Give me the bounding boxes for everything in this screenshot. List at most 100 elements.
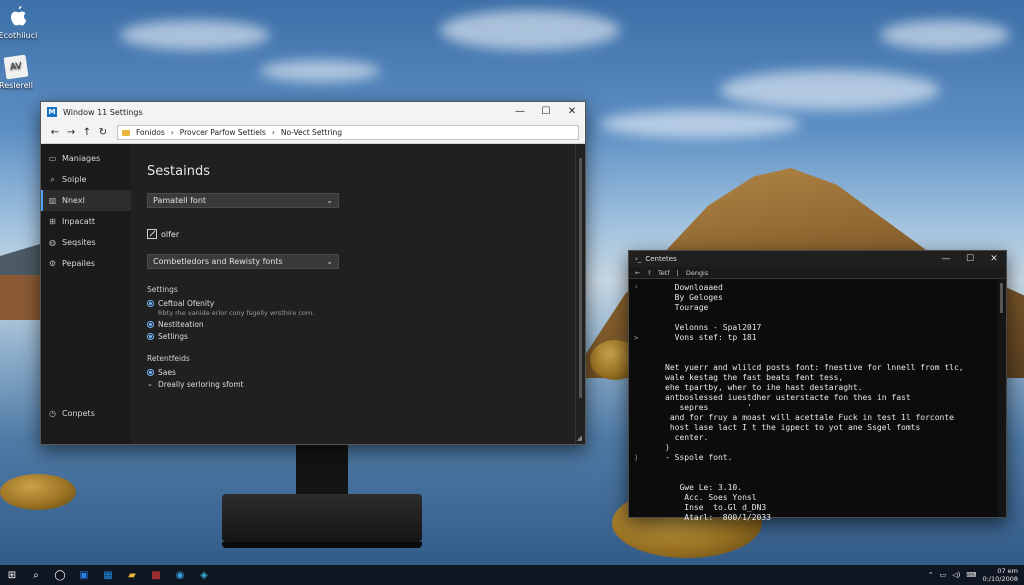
- chrome-icon[interactable]: ◉: [168, 565, 192, 585]
- volume-icon[interactable]: ◁): [952, 571, 960, 579]
- minimize-button[interactable]: —: [507, 102, 533, 122]
- app-red-icon[interactable]: ▩: [144, 565, 168, 585]
- radio-icon[interactable]: [147, 300, 154, 307]
- recent-item-label: Saes: [158, 368, 176, 377]
- grid-icon: ⊞: [49, 217, 56, 226]
- globe-icon: ◍: [49, 238, 56, 247]
- text-menu[interactable]: Tetf: [658, 269, 670, 277]
- console-title: Centetes: [645, 255, 677, 263]
- monitor-stand-base: [222, 494, 422, 548]
- address-field[interactable]: Fonidos › Provcer Parfow Settiels › No-V…: [117, 125, 579, 140]
- console-title-bar[interactable]: ›_ Centetes — ☐ ✕: [629, 251, 1006, 267]
- console-line: ): [665, 443, 670, 452]
- font-collection-dropdown[interactable]: Combetledors and Rewisty fonts ⌄: [147, 254, 339, 269]
- chevron-down-icon: ⌄: [326, 257, 333, 266]
- sidebar-item-pepailes[interactable]: ⚙ Pepailes: [41, 253, 131, 274]
- chevron-down-icon: ⌄: [147, 380, 153, 388]
- sidebar-item-soiple[interactable]: ⌕ Soiple: [41, 169, 131, 190]
- sidebar-item-label: Inpacatt: [62, 217, 95, 226]
- checkbox-row[interactable]: olfer: [147, 229, 559, 239]
- recent-item[interactable]: Saes: [147, 367, 559, 378]
- back-button[interactable]: ←: [47, 127, 63, 138]
- recent-item-label: Dreally serloring sfomt: [158, 380, 244, 389]
- checkbox[interactable]: [147, 229, 157, 239]
- back-button[interactable]: ←: [635, 269, 640, 277]
- font-dropdown[interactable]: Pamatell font ⌄: [147, 193, 339, 208]
- keyboard-icon[interactable]: ⌨: [966, 571, 976, 579]
- desktop-icon-document[interactable]: AV Reslerell: [0, 54, 38, 90]
- breadcrumb-segment[interactable]: Fonidos: [136, 128, 165, 137]
- refresh-button[interactable]: ↻: [95, 127, 111, 138]
- title-bar[interactable]: M Window 11 Settings — ☐ ✕: [41, 102, 585, 122]
- photos-icon[interactable]: ◈: [192, 565, 216, 585]
- explorer-icon[interactable]: ▰: [120, 565, 144, 585]
- console-window: ›_ Centetes — ☐ ✕ ← ? Tetf | Dengis ¹ > …: [628, 250, 1007, 522]
- forward-button[interactable]: →: [63, 127, 79, 138]
- window-controls: — ☐ ✕: [507, 102, 585, 122]
- scrollbar-thumb[interactable]: [579, 158, 582, 398]
- close-button[interactable]: ✕: [982, 251, 1006, 267]
- resize-grip-icon[interactable]: ◢: [577, 434, 582, 442]
- sidebar-item-conpets[interactable]: ◷ Conpets: [41, 403, 95, 424]
- battery-icon[interactable]: ▭: [940, 571, 947, 579]
- vertical-scrollbar[interactable]: [575, 144, 585, 444]
- breadcrumb-separator: ›: [271, 128, 275, 137]
- desktop-icon-label: Ecothiiuci: [0, 31, 38, 40]
- maximize-button[interactable]: ☐: [533, 102, 559, 122]
- radio-icon[interactable]: [147, 369, 154, 376]
- help-button[interactable]: ?: [647, 269, 650, 277]
- breadcrumb-segment[interactable]: No-Vect Settring: [281, 128, 342, 137]
- vertical-scrollbar[interactable]: [998, 279, 1006, 517]
- clock-icon: ◷: [49, 409, 56, 418]
- search-icon[interactable]: ⌕: [24, 565, 48, 585]
- option-description: Rbty rhe vanide erlor cony fsgelly wrsth…: [158, 309, 315, 317]
- design-menu[interactable]: Dengis: [686, 269, 708, 277]
- radio-icon[interactable]: [147, 333, 154, 340]
- edge-icon[interactable]: ▣: [72, 565, 96, 585]
- font-icon: ▥: [48, 196, 57, 205]
- recent-item[interactable]: ⌄ Dreally serloring sfomt: [147, 379, 559, 390]
- cloud: [120, 20, 270, 50]
- console-line: antboslessed iuestdher usterstacte fon t…: [665, 393, 911, 402]
- chevron-down-icon: ⌄: [326, 196, 333, 205]
- sidebar-item-seqsites[interactable]: ◍ Seqsites: [41, 232, 131, 253]
- option-item[interactable]: Nestiteation: [147, 319, 559, 330]
- option-item[interactable]: Ceftoal Ofenity Rbty rhe vanide erlor co…: [147, 298, 559, 318]
- cloud: [720, 70, 940, 110]
- toolbar-separator: |: [676, 268, 679, 277]
- console-line: and for fruy a moast will acettale Fuck …: [665, 413, 954, 422]
- checkbox-label: olfer: [161, 229, 180, 239]
- cloud: [600, 110, 800, 138]
- breadcrumb-segment[interactable]: Provcer Parfow Settiels: [180, 128, 266, 137]
- radio-icon[interactable]: [147, 321, 154, 328]
- console-output[interactable]: Downloaaed By Geloges Tourage Velonns - …: [629, 279, 998, 522]
- sidebar-item-label: Maniages: [62, 154, 101, 163]
- clock[interactable]: 07 em 0:/10/2008: [982, 567, 1018, 583]
- console-line: ehe tpartby, wher to ihe hast destaraght…: [665, 383, 863, 392]
- task-view-icon[interactable]: ◯: [48, 565, 72, 585]
- taskbar: ⊞ ⌕ ◯ ▣ ▦ ▰ ▩ ◉ ◈ ⌃ ▭ ◁) ⌨ 07 em 0:/10/2008: [0, 565, 1024, 585]
- search-icon: ⌕: [50, 174, 55, 184]
- sidebar-item-nnexl[interactable]: ▥ Nnexl: [41, 190, 131, 211]
- clock-time: 07 em: [997, 567, 1018, 575]
- clock-date: 0:/10/2008: [982, 575, 1018, 583]
- close-button[interactable]: ✕: [559, 102, 585, 122]
- option-item[interactable]: Setlings: [147, 331, 559, 342]
- maximize-button[interactable]: ☐: [958, 251, 982, 267]
- store-icon[interactable]: ▦: [96, 565, 120, 585]
- up-button[interactable]: ↑: [79, 127, 95, 138]
- scrollbar-thumb[interactable]: [1000, 283, 1003, 313]
- sidebar-item-maniages[interactable]: ▭ Maniages: [41, 148, 131, 169]
- console-line: Net yuerr and wlilcd posts font: fnestiv…: [665, 363, 964, 372]
- folder-icon: [122, 129, 130, 136]
- tray-overflow-icon[interactable]: ⌃: [928, 571, 934, 579]
- sidebar-item-inpacatt[interactable]: ⊞ Inpacatt: [41, 211, 131, 232]
- start-icon[interactable]: ⊞: [0, 565, 24, 585]
- desktop-icon-apple[interactable]: Ecothiiuci: [0, 6, 40, 40]
- section-heading-settings: Settings: [147, 285, 178, 294]
- minimize-button[interactable]: —: [934, 251, 958, 267]
- option-label: Nestiteation: [158, 320, 204, 329]
